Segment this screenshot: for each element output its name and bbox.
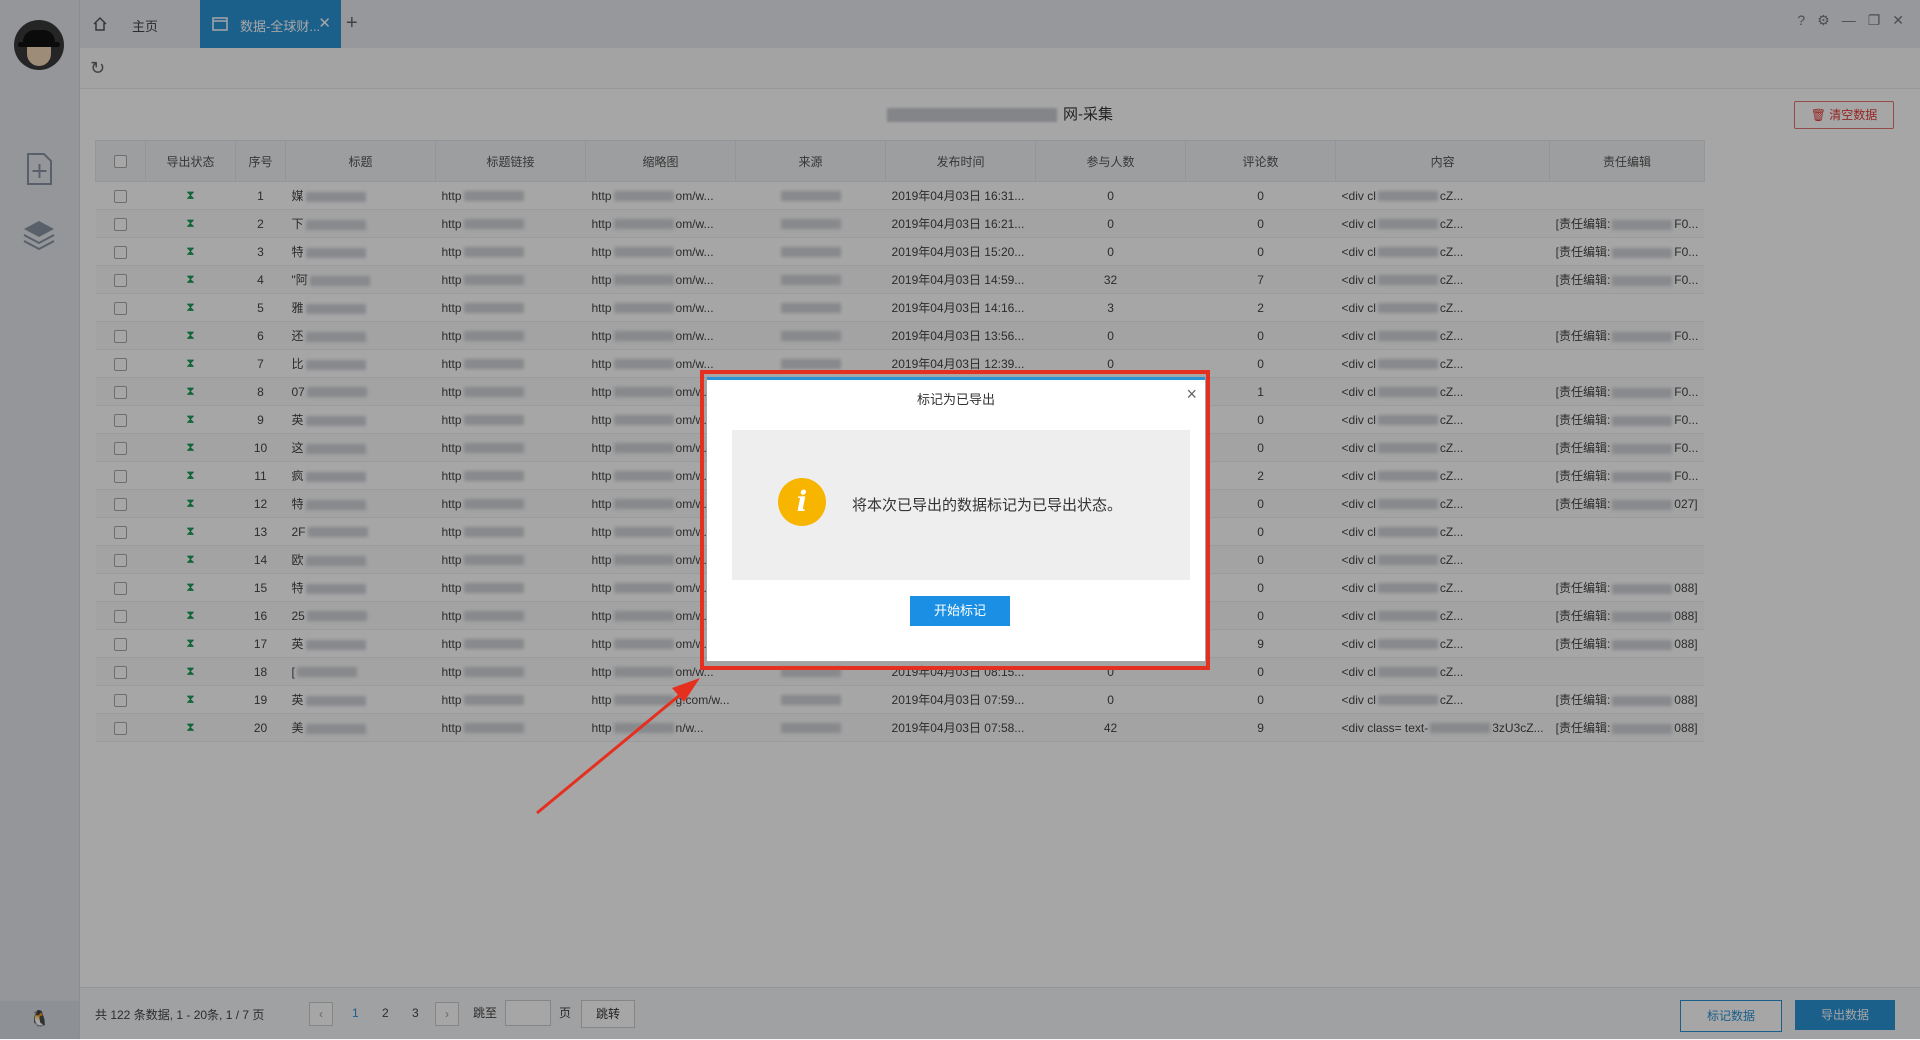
dialog-close-icon[interactable]: ×	[1186, 384, 1197, 405]
start-mark-button[interactable]: 开始标记	[910, 596, 1010, 626]
dialog-body: i 将本次已导出的数据标记为已导出状态。	[732, 430, 1190, 580]
mark-exported-dialog: 标记为已导出 × i 将本次已导出的数据标记为已导出状态。 开始标记	[707, 377, 1205, 661]
dialog-title: 标记为已导出	[916, 392, 995, 407]
info-icon: i	[778, 478, 826, 526]
dialog-message: 将本次已导出的数据标记为已导出状态。	[852, 497, 1123, 514]
